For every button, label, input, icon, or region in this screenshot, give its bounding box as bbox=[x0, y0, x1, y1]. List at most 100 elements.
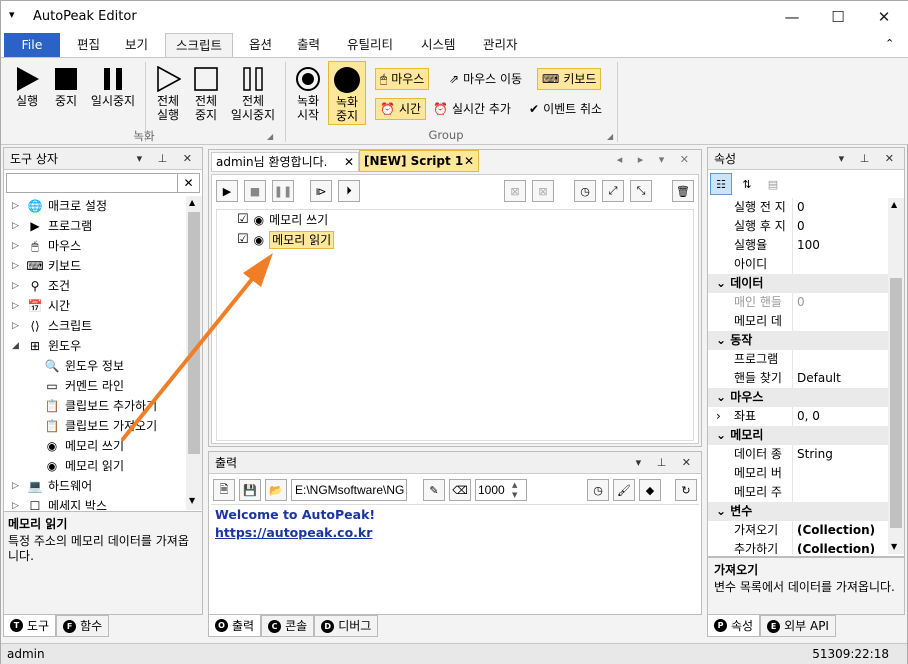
paint-bucket-icon[interactable]: ◆ bbox=[639, 479, 661, 501]
property-row[interactable]: 실행율 100 bbox=[708, 236, 888, 255]
property-row[interactable]: 데이터 종 String bbox=[708, 445, 888, 464]
disable-all-button[interactable]: ⊠ bbox=[532, 180, 554, 202]
expand-icon[interactable]: ⤢ bbox=[602, 180, 624, 202]
property-value[interactable]: 0 bbox=[792, 198, 888, 217]
run-script-button[interactable]: ▶ bbox=[216, 180, 238, 202]
properties-scrollbar[interactable]: ▲ ▼ bbox=[888, 198, 904, 554]
toolbox-item[interactable]: ▷ ⌨ 키보드 bbox=[12, 256, 81, 276]
tab-external-api[interactable]: E 외부 API bbox=[760, 615, 836, 637]
tab-admin[interactable]: 관리자 bbox=[473, 33, 528, 57]
checkbox-icon[interactable]: ☑ bbox=[237, 210, 249, 230]
toolbox-item[interactable]: ▷ 💻 하드웨어 bbox=[12, 476, 92, 496]
disable-button[interactable]: ⊠ bbox=[504, 180, 526, 202]
record-start-button[interactable]: 녹화 시작 bbox=[289, 64, 327, 122]
property-value[interactable]: 0 bbox=[792, 217, 888, 236]
property-row[interactable]: › 좌표 0, 0 bbox=[708, 407, 888, 426]
property-value[interactable] bbox=[792, 464, 888, 483]
tab-output-log[interactable]: O 출력 bbox=[208, 615, 262, 637]
eraser-icon[interactable]: ⌫ bbox=[449, 479, 471, 501]
property-row[interactable]: 실행 전 지 0 bbox=[708, 198, 888, 217]
expand-arrow-icon[interactable]: ▷ bbox=[12, 236, 22, 256]
expand-arrow-icon[interactable]: ▷ bbox=[12, 196, 22, 216]
toolbox-item[interactable]: ▷ ⚲ 조건 bbox=[12, 276, 70, 296]
close-tab-icon[interactable]: ✕ bbox=[344, 153, 354, 171]
scroll-thumb[interactable] bbox=[188, 212, 200, 454]
close-tab-icon[interactable]: ✕ bbox=[464, 151, 474, 171]
expand-property-icon[interactable]: › bbox=[716, 407, 721, 426]
collapse-icon[interactable]: ⤡ bbox=[630, 180, 652, 202]
mouse-toggle[interactable]: 🖱 마우스 bbox=[375, 68, 430, 90]
property-value[interactable]: 0, 0 bbox=[792, 407, 888, 426]
dialog-launcher-icon[interactable]: ◢ bbox=[607, 132, 613, 141]
refresh-icon[interactable]: ↻ bbox=[675, 479, 697, 501]
close-button[interactable]: ✕ bbox=[861, 1, 907, 33]
property-value[interactable]: Default bbox=[792, 369, 888, 388]
maximize-button[interactable]: ☐ bbox=[815, 1, 861, 33]
run-step-button[interactable]: ⧐ bbox=[310, 180, 332, 202]
system-menu-icon[interactable]: ▾ bbox=[9, 8, 15, 21]
toolbox-item[interactable]: ▷ ▶ 프로그램 bbox=[12, 216, 92, 236]
delete-icon[interactable]: 🗑 bbox=[672, 180, 694, 202]
collapse-category-icon[interactable]: ⌄ bbox=[716, 333, 730, 347]
scroll-up-icon[interactable]: ▲ bbox=[189, 198, 195, 207]
expand-arrow-icon[interactable]: ▷ bbox=[12, 316, 22, 336]
tab-output[interactable]: 출력 bbox=[287, 33, 330, 57]
dialog-launcher-icon[interactable]: ◢ bbox=[267, 132, 273, 141]
website-link[interactable]: https://autopeak.co.kr bbox=[215, 525, 695, 540]
doc-tab-controls[interactable]: ◂ ▸ ▾ ✕ bbox=[617, 153, 695, 166]
toolbox-item[interactable]: ◢ ⊞ 윈도우 bbox=[12, 336, 81, 356]
property-value[interactable]: (Collection) bbox=[792, 540, 888, 554]
stop-all-button[interactable]: 전체 중지 bbox=[187, 64, 225, 122]
toolbox-item[interactable]: ▭ 커멘드 라인 bbox=[44, 376, 124, 396]
property-value[interactable] bbox=[792, 350, 888, 369]
property-row[interactable]: 추가하기 (Collection) bbox=[708, 540, 888, 554]
stepper-arrows-icon[interactable]: ▲ ▼ bbox=[512, 480, 517, 500]
toolbox-item[interactable]: ▷ 📅 시간 bbox=[12, 296, 70, 316]
panel-controls[interactable]: ▾ ⊥ ✕ bbox=[636, 452, 697, 474]
scroll-down-icon[interactable]: ▼ bbox=[189, 496, 195, 505]
expand-arrow-icon[interactable]: ▷ bbox=[12, 256, 22, 276]
minimize-button[interactable]: — bbox=[769, 1, 815, 33]
pause-script-button[interactable]: ❚❚ bbox=[272, 180, 294, 202]
expanded-arrow-icon[interactable]: ◢ bbox=[12, 336, 22, 356]
property-category[interactable]: ⌄ 마우스 bbox=[708, 388, 888, 407]
sort-az-icon[interactable]: ⇅ bbox=[736, 173, 758, 195]
collapse-category-icon[interactable]: ⌄ bbox=[716, 276, 730, 290]
collapse-ribbon-icon[interactable]: ⌃ bbox=[885, 37, 894, 50]
tab-functions[interactable]: F 함수 bbox=[56, 615, 110, 637]
clean-icon[interactable]: ✎ bbox=[423, 479, 445, 501]
property-row[interactable]: 매인 핸들 0 bbox=[708, 293, 888, 312]
expand-arrow-icon[interactable]: ▷ bbox=[12, 496, 22, 510]
property-row[interactable]: 아이디 bbox=[708, 255, 888, 274]
toolbox-item[interactable]: 📋 클립보드 가져오기 bbox=[44, 416, 158, 436]
property-value[interactable] bbox=[792, 255, 888, 274]
property-category[interactable]: ⌄ 메모리 bbox=[708, 426, 888, 445]
scroll-thumb[interactable] bbox=[890, 278, 902, 528]
pause-button[interactable]: 일시중지 bbox=[85, 64, 141, 108]
property-row[interactable]: 메모리 데 bbox=[708, 312, 888, 331]
script-item-memory-write[interactable]: ☑ ◉ 메모리 쓰기 bbox=[237, 210, 328, 230]
collapse-category-icon[interactable]: ⌄ bbox=[716, 428, 730, 442]
toolbox-item[interactable]: ▷ 🖱 마우스 bbox=[12, 236, 81, 256]
open-folder-icon[interactable]: 📂 bbox=[265, 479, 287, 501]
scroll-up-icon[interactable]: ▲ bbox=[891, 200, 897, 209]
new-log-icon[interactable]: 🗎 bbox=[213, 479, 235, 501]
script-item-memory-read[interactable]: ☑ ◉ 메모리 읽기 bbox=[237, 230, 335, 250]
tab-properties[interactable]: P 속성 bbox=[707, 615, 761, 637]
property-value[interactable] bbox=[792, 483, 888, 502]
categorized-icon[interactable]: ☷ bbox=[710, 173, 732, 195]
mouse-move-toggle[interactable]: ⇗ 마우스 이동 bbox=[445, 68, 526, 90]
doc-tab-welcome[interactable]: admin님 환영합니다. ✕ bbox=[211, 152, 359, 172]
expand-arrow-icon[interactable]: ▷ bbox=[12, 296, 22, 316]
property-row[interactable]: 메모리 버 bbox=[708, 464, 888, 483]
checkbox-icon[interactable]: ☑ bbox=[237, 230, 249, 250]
stop-script-button[interactable]: ■ bbox=[244, 180, 266, 202]
time-toggle[interactable]: ⏰ 시간 bbox=[375, 98, 427, 120]
save-icon[interactable]: 💾 bbox=[239, 479, 261, 501]
property-row[interactable]: 핸들 찾기 Default bbox=[708, 369, 888, 388]
tab-edit[interactable]: 편집 bbox=[67, 33, 110, 57]
property-category[interactable]: ⌄ 변수 bbox=[708, 502, 888, 521]
expand-arrow-icon[interactable]: ▷ bbox=[12, 476, 22, 496]
tab-view[interactable]: 보기 bbox=[115, 33, 158, 57]
collapse-category-icon[interactable]: ⌄ bbox=[716, 390, 730, 404]
